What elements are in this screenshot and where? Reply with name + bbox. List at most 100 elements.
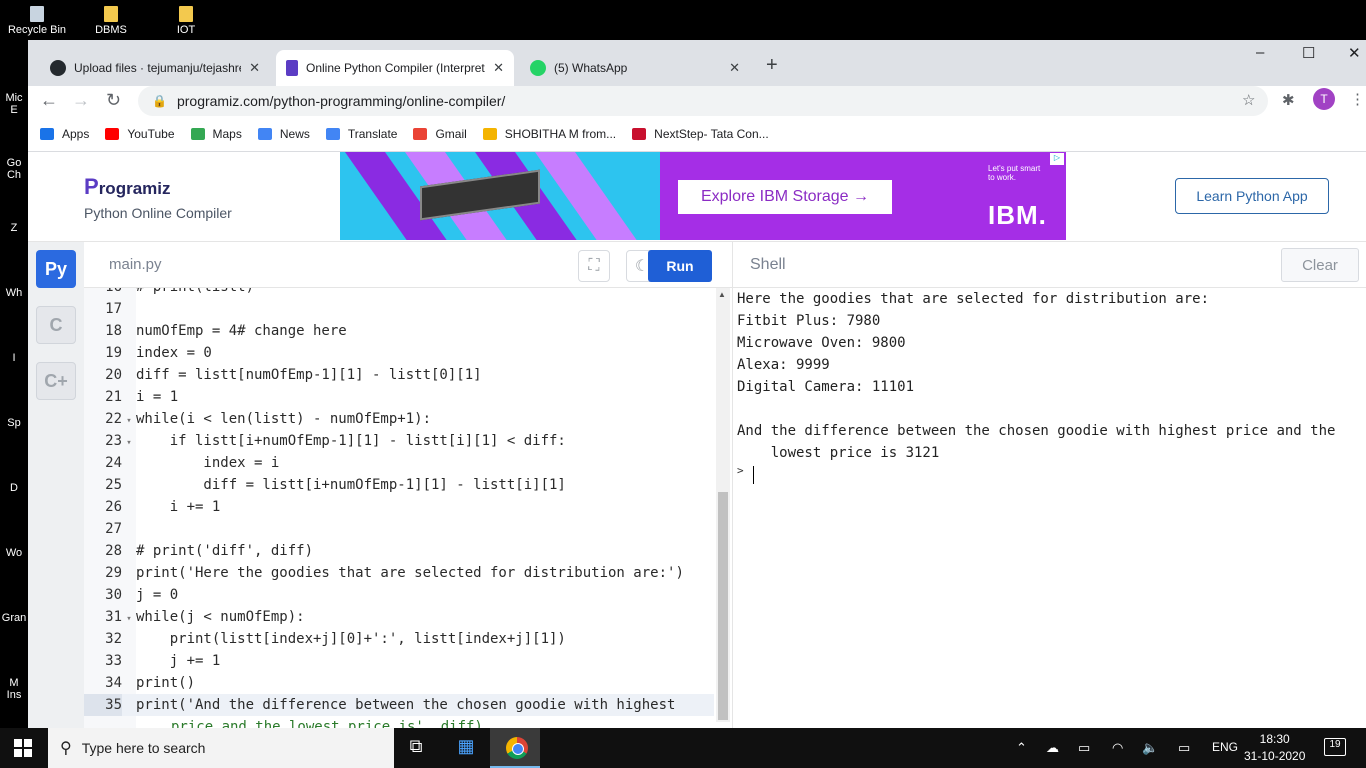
code-text: i += 1 bbox=[136, 499, 221, 515]
calculator-icon[interactable]: ▦ bbox=[454, 736, 478, 760]
bookmark-translate[interactable]: Translate bbox=[325, 127, 397, 141]
code-line[interactable]: 25 diff = listt[i+numOfEmp-1][1] - listt… bbox=[84, 474, 714, 496]
close-icon[interactable]: ✕ bbox=[249, 60, 260, 76]
new-tab-button[interactable]: + bbox=[766, 54, 778, 77]
editor-scrollbar[interactable]: ▲ bbox=[716, 288, 730, 722]
code-line[interactable]: 33 j += 1 bbox=[84, 650, 714, 672]
file-tab-main-py[interactable]: main.py bbox=[109, 256, 162, 273]
shell-output[interactable]: Here the goodies that are selected for d… bbox=[732, 288, 1366, 728]
learn-python-app-button[interactable]: Learn Python App bbox=[1175, 178, 1329, 214]
browser-menu-icon[interactable]: ⋮ bbox=[1350, 90, 1365, 108]
minimize-button[interactable]: – bbox=[1256, 44, 1264, 61]
code-line[interactable]: 17 bbox=[84, 298, 714, 320]
fold-toggle-icon[interactable]: ▾ bbox=[122, 608, 136, 630]
tab-online-python-compiler[interactable]: Online Python Compiler (Interpreter) ✕ bbox=[276, 50, 514, 86]
clock-date: 31-10-2020 bbox=[1244, 749, 1306, 763]
line-number: 30 bbox=[105, 587, 122, 603]
c-language-icon[interactable]: C bbox=[36, 306, 76, 344]
desktop-icon-iot[interactable]: IOT bbox=[151, 0, 221, 36]
scrollbar-thumb[interactable] bbox=[718, 492, 728, 720]
windows-start-icon[interactable] bbox=[14, 739, 32, 757]
bookmark-youtube[interactable]: YouTube bbox=[105, 126, 175, 141]
fold-toggle-icon[interactable]: ▾ bbox=[122, 410, 136, 432]
url-field[interactable]: 🔒 programiz.com/python-programming/onlin… bbox=[138, 86, 1268, 116]
text-cursor bbox=[753, 466, 754, 484]
battery-icon[interactable]: ▭ bbox=[1078, 740, 1090, 756]
code-line[interactable]: 22 ▾ while(i < len(listt) - numOfEmp+1): bbox=[84, 408, 714, 430]
bookmark-news[interactable]: News bbox=[257, 127, 310, 141]
code-line[interactable]: 27 bbox=[84, 518, 714, 540]
page-subtitle: Python Online Compiler bbox=[84, 205, 232, 221]
bookmark-apps[interactable]: Apps bbox=[40, 127, 89, 141]
bookmark-shobitha[interactable]: SHOBITHA M from... bbox=[482, 127, 616, 141]
close-window-button[interactable]: ✕ bbox=[1348, 44, 1361, 62]
line-number: 24 bbox=[105, 455, 122, 471]
code-line[interactable]: 26 i += 1 bbox=[84, 496, 714, 518]
line-number: 23 bbox=[105, 433, 122, 449]
language-indicator[interactable]: ENG bbox=[1212, 740, 1238, 754]
tab-github-upload[interactable]: Upload files · tejumanju/tejashree ✕ bbox=[40, 50, 270, 86]
code-line[interactable]: 19 index = 0 bbox=[84, 342, 714, 364]
close-icon[interactable]: ✕ bbox=[493, 60, 504, 76]
code-line[interactable]: 16 # print(listt) bbox=[84, 288, 714, 298]
close-icon[interactable]: ✕ bbox=[729, 60, 740, 76]
programiz-logo[interactable]: Programiz bbox=[84, 174, 170, 200]
tab-whatsapp[interactable]: (5) WhatsApp ✕ bbox=[520, 50, 750, 86]
shell-output-line: And the difference between the chosen go… bbox=[737, 423, 1336, 439]
shell-output-line: Here the goodies that are selected for d… bbox=[737, 291, 1210, 307]
code-line[interactable]: 35 print('And the difference between the … bbox=[84, 694, 714, 716]
ibm-storage-ad-banner[interactable]: Explore IBM Storage → Let's put smart to… bbox=[340, 152, 1066, 240]
scroll-up-icon[interactable]: ▲ bbox=[718, 290, 726, 299]
line-number: 20 bbox=[105, 367, 122, 383]
taskbar-search-box[interactable]: ⚲ Type here to search bbox=[48, 728, 394, 768]
python-language-icon[interactable]: Py bbox=[36, 250, 76, 288]
cpp-language-icon[interactable]: C+ bbox=[36, 362, 76, 400]
fold-toggle-icon[interactable]: ▾ bbox=[122, 432, 136, 454]
code-line[interactable]: 32 print(listt[index+j][0]+':', listt[in… bbox=[84, 628, 714, 650]
code-line[interactable]: 34 print() bbox=[84, 672, 714, 694]
site-header: Programiz Python Online Compiler Explore… bbox=[28, 152, 1366, 242]
run-button[interactable]: Run bbox=[648, 250, 712, 282]
explore-ibm-storage-button[interactable]: Explore IBM Storage → bbox=[678, 180, 892, 214]
bookmark-label: YouTube bbox=[127, 126, 175, 141]
show-hidden-icons-chevron-icon[interactable]: ⌃ bbox=[1016, 740, 1027, 756]
code-line[interactable]: 23 ▾ if listt[i+numOfEmp-1][1] - listt[i]… bbox=[84, 430, 714, 452]
bookmark-star-icon[interactable]: ☆ bbox=[1242, 91, 1255, 109]
line-number: 19 bbox=[105, 345, 122, 361]
notification-center-icon[interactable]: 19 bbox=[1324, 738, 1346, 756]
extensions-icon[interactable]: ✱ bbox=[1282, 91, 1295, 109]
code-line[interactable]: 31 ▾ while(j < numOfEmp): bbox=[84, 606, 714, 628]
wifi-icon[interactable]: ◠ bbox=[1112, 740, 1123, 756]
tcs-icon bbox=[632, 127, 647, 140]
code-line[interactable]: 24 index = i bbox=[84, 452, 714, 474]
bookmark-nextstep[interactable]: NextStep- Tata Con... bbox=[632, 127, 769, 141]
code-line[interactable]: 18 numOfEmp = 4# change here bbox=[84, 320, 714, 342]
ad-choices-icon[interactable]: ▷ bbox=[1050, 153, 1064, 165]
back-button[interactable]: ← bbox=[40, 90, 58, 111]
code-line[interactable]: 30 j = 0 bbox=[84, 584, 714, 606]
desktop-icon-recycle-bin[interactable]: Recycle Bin bbox=[2, 0, 72, 36]
language-sidebar: Py C C+ bbox=[28, 242, 84, 728]
fullscreen-icon[interactable]: ⛶ bbox=[578, 250, 610, 282]
code-text: # print(listt) bbox=[136, 288, 254, 295]
code-line[interactable]: 28 # print('diff', diff) bbox=[84, 540, 714, 562]
volume-icon[interactable]: 🔈 bbox=[1142, 740, 1158, 756]
profile-avatar[interactable]: T bbox=[1313, 88, 1335, 110]
onedrive-icon[interactable]: ☁ bbox=[1046, 740, 1059, 756]
code-line[interactable]: 20 diff = listt[numOfEmp-1][1] - listt[0]… bbox=[84, 364, 714, 386]
forward-button[interactable]: → bbox=[72, 90, 90, 111]
maximize-button[interactable]: ☐ bbox=[1302, 44, 1315, 62]
task-view-icon[interactable]: ⧉ bbox=[404, 736, 428, 760]
desktop-icon-dbms[interactable]: DBMS bbox=[76, 0, 146, 36]
bookmark-gmail[interactable]: Gmail bbox=[413, 127, 467, 141]
system-clock[interactable]: 18:30 31-10-2020 bbox=[1244, 731, 1305, 765]
code-line[interactable]: 29 print('Here the goodies that are selec… bbox=[84, 562, 714, 584]
clear-button[interactable]: Clear bbox=[1281, 248, 1359, 282]
code-text: diff = listt[numOfEmp-1][1] - listt[0][1… bbox=[136, 367, 482, 383]
reload-button[interactable]: ↻ bbox=[106, 90, 121, 111]
bookmark-maps[interactable]: Maps bbox=[190, 127, 242, 141]
action-center-display-icon[interactable]: ▭ bbox=[1178, 740, 1190, 756]
code-editor[interactable]: 16 # print(listt) 17 18 numOfEmp = 4# change… bbox=[84, 288, 732, 728]
code-text: j = 0 bbox=[136, 587, 179, 603]
code-line[interactable]: 21 i = 1 bbox=[84, 386, 714, 408]
